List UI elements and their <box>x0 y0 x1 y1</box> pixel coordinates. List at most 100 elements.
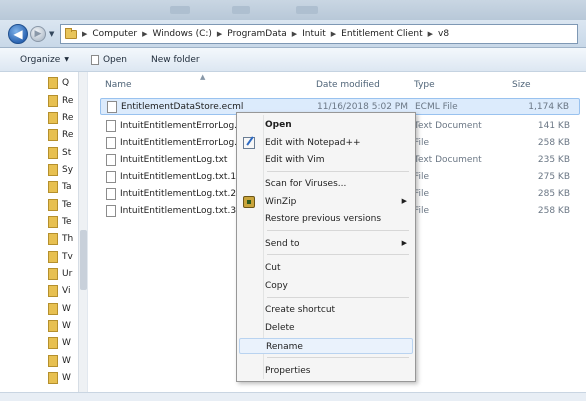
sidebar-folder-item[interactable]: Vi <box>48 284 70 298</box>
organize-button[interactable]: Organize ▼ <box>12 55 77 65</box>
file-size: 285 KB <box>537 189 570 199</box>
folder-icon <box>48 77 58 89</box>
menu-item-edit-vim[interactable]: Edit with Vim <box>239 152 413 168</box>
recent-pages-dropdown[interactable]: ▼ <box>49 30 54 38</box>
folder-icon <box>48 285 58 297</box>
menu-item-edit-notepad[interactable]: Edit with Notepad++ <box>239 135 413 151</box>
file-name: IntuitEntitlementLog.txt.2 <box>120 189 237 199</box>
menu-item-scan-viruses[interactable]: Scan for Viruses... <box>239 176 413 192</box>
file-type: Text Document <box>414 155 482 165</box>
open-button[interactable]: Open <box>83 54 135 65</box>
file-icon <box>106 137 116 149</box>
chevron-down-icon: ▼ <box>64 56 69 63</box>
command-toolbar: Organize ▼ Open New folder <box>0 48 586 72</box>
file-name: IntuitEntitlementLog.txt.3 <box>120 206 237 216</box>
file-size: 1,174 KB <box>528 102 569 112</box>
file-type: File <box>414 206 430 216</box>
file-icon <box>106 205 116 217</box>
chevron-right-icon[interactable]: ▶ <box>331 30 336 38</box>
menu-item-open[interactable]: Open <box>239 117 413 133</box>
window-title-bar <box>0 0 586 20</box>
breadcrumb-intuit[interactable]: Intuit <box>302 29 326 39</box>
chevron-right-icon[interactable]: ▶ <box>82 30 87 38</box>
sidebar-folder-item[interactable]: Re <box>48 128 73 142</box>
menu-separator <box>267 254 409 255</box>
column-header-name[interactable]: Name <box>105 80 132 90</box>
winzip-icon <box>243 196 255 208</box>
chevron-right-icon[interactable]: ▶ <box>292 30 297 38</box>
sidebar-folder-item[interactable]: Sy <box>48 163 73 177</box>
menu-item-rename[interactable]: Rename <box>239 338 413 354</box>
address-bar[interactable]: ▶ Computer ▶ Windows (C:) ▶ ProgramData … <box>60 24 578 44</box>
file-name: IntuitEntitlementLog.txt.1 <box>120 172 237 182</box>
sidebar-scroll-thumb[interactable] <box>80 230 87 290</box>
column-header-type[interactable]: Type <box>414 80 435 90</box>
notepad-plus-icon <box>243 137 255 149</box>
column-header-size[interactable]: Size <box>512 80 530 90</box>
column-header-date-modified[interactable]: Date modified <box>316 80 380 90</box>
navigation-pane: Q Re Re Re St Sy Ta Te Te Th Tv Ur Vi W … <box>0 72 88 392</box>
menu-separator <box>267 230 409 231</box>
breadcrumb-programdata[interactable]: ProgramData <box>227 29 286 39</box>
title-bar-ghost <box>232 6 250 14</box>
open-label: Open <box>102 54 127 65</box>
folder-icon <box>48 216 58 228</box>
chevron-right-icon[interactable]: ▶ <box>428 30 433 38</box>
folder-icon <box>48 303 58 315</box>
folder-icon <box>48 112 58 124</box>
sidebar-folder-item[interactable]: Ta <box>48 180 72 194</box>
file-type: Text Document <box>414 121 482 131</box>
menu-separator <box>267 297 409 298</box>
sidebar-folder-item[interactable]: W <box>48 302 71 316</box>
new-folder-label: New folder <box>151 54 200 65</box>
chevron-right-icon[interactable]: ▶ <box>142 30 147 38</box>
file-date: 11/16/2018 5:02 PM <box>317 102 408 112</box>
folder-icon <box>48 233 58 245</box>
new-folder-button[interactable]: New folder <box>143 55 208 65</box>
menu-item-cut[interactable]: Cut <box>239 260 413 276</box>
navigation-bar: ◀ ▶ ▼ ▶ Computer ▶ Windows (C:) ▶ Progra… <box>0 20 586 48</box>
sidebar-folder-item[interactable]: W <box>48 354 71 368</box>
folder-icon <box>48 95 58 107</box>
sidebar-folder-item[interactable]: W <box>48 371 71 385</box>
sidebar-folder-item[interactable]: Re <box>48 111 73 125</box>
menu-item-copy[interactable]: Copy <box>239 278 413 294</box>
sort-indicator-icon: ▲ <box>200 73 206 81</box>
menu-item-properties[interactable]: Properties <box>239 363 413 379</box>
menu-item-send-to[interactable]: Send to ▶ <box>239 236 413 252</box>
sidebar-folder-item[interactable]: St <box>48 146 71 160</box>
breadcrumb-entitlement-client[interactable]: Entitlement Client <box>341 29 422 39</box>
file-size: 141 KB <box>537 121 570 131</box>
sidebar-folder-item[interactable]: Ur <box>48 267 72 281</box>
details-pane-edge <box>0 392 586 401</box>
sidebar-folder-item[interactable]: Te <box>48 198 72 212</box>
menu-item-restore-versions[interactable]: Restore previous versions <box>239 211 413 227</box>
folder-icon <box>48 337 58 349</box>
folder-icon <box>48 355 58 367</box>
sidebar-folder-item[interactable]: W <box>48 336 71 350</box>
folder-icon <box>48 181 58 193</box>
chevron-right-icon[interactable]: ▶ <box>217 30 222 38</box>
back-button[interactable]: ◀ <box>8 24 28 44</box>
sidebar-folder-item[interactable]: W <box>48 319 71 333</box>
menu-item-create-shortcut[interactable]: Create shortcut <box>239 302 413 318</box>
file-type: File <box>414 189 430 199</box>
forward-button[interactable]: ▶ <box>30 26 46 42</box>
sidebar-folder-item[interactable]: Th <box>48 232 73 246</box>
sidebar-folder-item[interactable]: Tv <box>48 250 73 264</box>
sidebar-folder-item[interactable]: Re <box>48 94 73 108</box>
menu-item-winzip[interactable]: WinZip ▶ <box>239 194 413 210</box>
sidebar-folder-item[interactable]: Q <box>48 76 69 90</box>
file-size: 258 KB <box>537 206 570 216</box>
sidebar-folder-item[interactable]: Te <box>48 215 72 229</box>
folder-icon <box>48 199 58 211</box>
breadcrumb-computer[interactable]: Computer <box>92 29 137 39</box>
title-bar-ghost <box>170 6 190 14</box>
folder-icon <box>48 372 58 384</box>
breadcrumb-v8[interactable]: v8 <box>438 29 449 39</box>
breadcrumb-windows-c[interactable]: Windows (C:) <box>153 29 212 39</box>
file-name: EntitlementDataStore.ecml <box>121 102 244 112</box>
sidebar-scrollbar[interactable] <box>78 72 87 392</box>
menu-item-delete[interactable]: Delete <box>239 320 413 336</box>
folder-icon <box>48 320 58 332</box>
